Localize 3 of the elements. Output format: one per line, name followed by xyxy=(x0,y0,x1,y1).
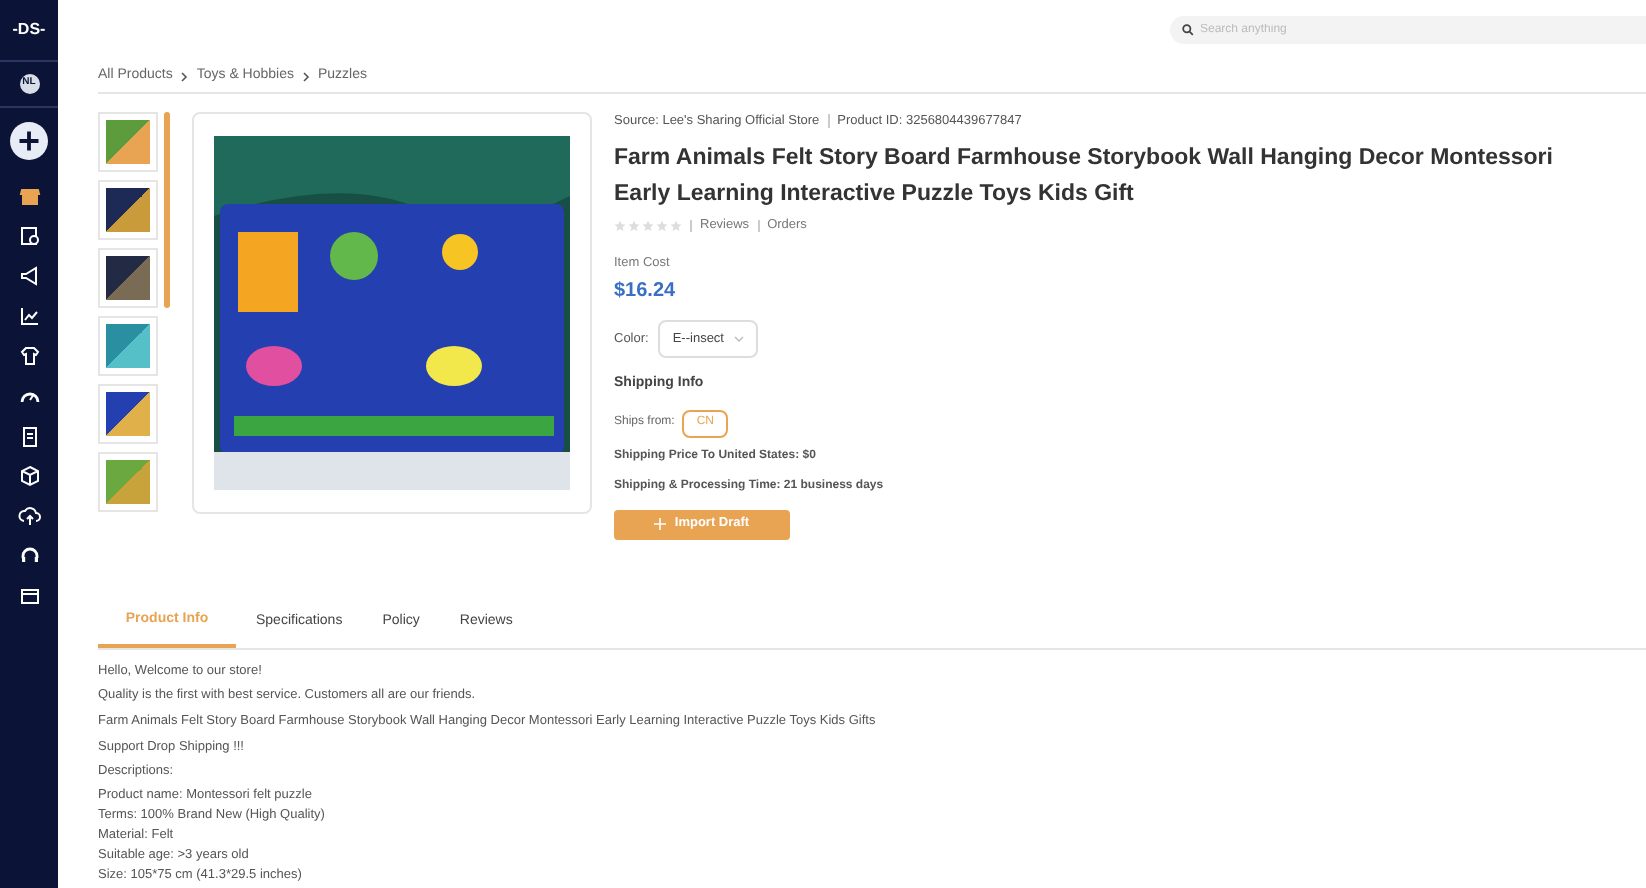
logo[interactable]: -DS- xyxy=(12,18,46,42)
product-title: Farm Animals Felt Story Board Farmhouse Storybook Wall Hanging Decor Montessori Early Learning Interactive Puzzle Toys Kids Gift xyxy=(614,143,1554,210)
price: $16.24 xyxy=(614,278,678,307)
